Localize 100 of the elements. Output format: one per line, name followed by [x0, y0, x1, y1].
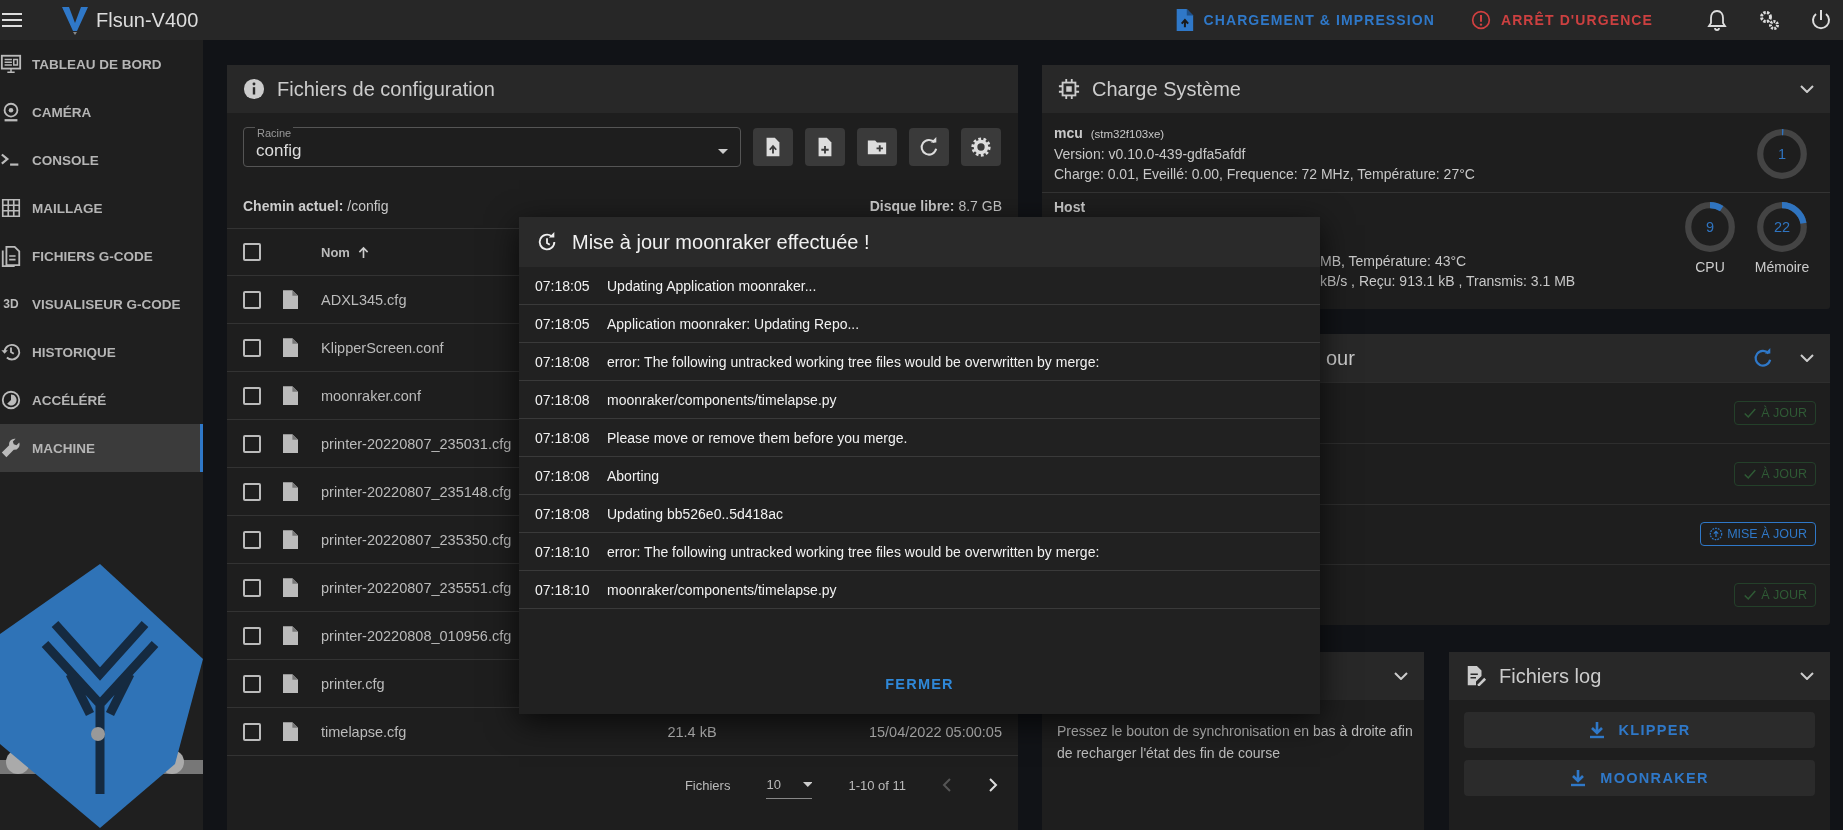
panel-title: Fichiers log — [1499, 664, 1602, 688]
row-checkbox[interactable] — [243, 722, 261, 741]
log-time: 07:18:08 — [535, 467, 591, 484]
nav-item[interactable]: CAMÉRA — [0, 88, 203, 136]
log-message: Please move or remove them before you merge. — [607, 429, 908, 446]
free-disk: Disque libre: 8.7 GB — [869, 198, 1002, 214]
printer-name: Flsun-V400 — [96, 8, 199, 32]
select-all-checkbox[interactable] — [243, 243, 261, 261]
nav-item[interactable]: ACCÉLÉRÉ — [0, 376, 203, 424]
chevron-down-icon[interactable] — [1394, 672, 1408, 680]
per-page-select[interactable]: 10 — [766, 771, 813, 799]
alert-circle-icon — [1470, 9, 1491, 31]
log-message: error: The following untracked working tree files would be overwritten by merge: — [607, 353, 1100, 370]
new-file-button[interactable] — [805, 128, 845, 166]
file-icon — [283, 578, 298, 597]
nav-item[interactable]: CONSOLE — [0, 136, 203, 184]
file-icon — [283, 722, 298, 741]
info-icon — [243, 78, 265, 100]
mcu-name: mcu — [1054, 125, 1083, 141]
log-message: Aborting — [607, 467, 660, 484]
log-time: 07:18:05 — [535, 315, 591, 332]
row-checkbox[interactable] — [243, 482, 261, 501]
log-time: 07:18:05 — [535, 277, 591, 294]
nav-item[interactable]: MAILLAGE — [0, 184, 203, 232]
mcu-stats: Charge: 0.01, Eveillé: 0.00, Frequence: 72 MHz, Température: 27°C — [1054, 165, 1476, 184]
panel-title: our — [1326, 346, 1355, 370]
update-button[interactable]: MISE À JOUR — [1700, 522, 1816, 547]
update-icon — [536, 231, 558, 253]
caret-icon — [802, 782, 813, 787]
log-time: 07:18:08 — [535, 505, 591, 522]
file-icon — [283, 674, 298, 693]
row-checkbox[interactable] — [243, 290, 261, 309]
current-path: Chemin actuel: /config — [243, 198, 389, 214]
nav-item[interactable]: HISTORIQUE — [0, 328, 203, 376]
row-checkbox[interactable] — [243, 338, 261, 357]
new-folder-button[interactable] — [857, 128, 897, 166]
power-icon[interactable] — [1809, 8, 1833, 32]
file-icon — [283, 482, 298, 501]
nav-item[interactable]: TABLEAU DE BORD — [0, 40, 203, 88]
file-icon — [283, 338, 298, 357]
refresh-icon — [918, 136, 940, 158]
log-message: Updating Application moonraker... — [607, 277, 817, 294]
refresh-button[interactable] — [909, 128, 949, 166]
log-time: 07:18:10 — [535, 581, 591, 598]
viewer-glyph: 3D — [2, 297, 20, 311]
log-time: 07:18:08 — [535, 391, 591, 408]
log-time: 07:18:10 — [535, 543, 591, 560]
gauge-value: 1 — [1777, 145, 1787, 162]
caret-icon — [718, 148, 728, 154]
mcu-model-label: (stm32f103xe) — [1090, 128, 1165, 140]
row-checkbox[interactable] — [243, 434, 261, 453]
nav-item[interactable]: MACHINE — [0, 424, 203, 472]
v-logo-icon — [60, 5, 90, 35]
log-time: 07:18:08 — [535, 353, 591, 370]
log-message: moonraker/components/timelapse.py — [607, 391, 837, 408]
pager-label: Fichiers — [684, 777, 731, 793]
chevron-down-icon[interactable] — [1800, 85, 1814, 93]
panel-title: Charge Système — [1092, 77, 1241, 101]
file-icon — [283, 290, 298, 309]
nav-item[interactable]: 3D VISUALISEUR G-CODE — [0, 280, 203, 328]
close-button[interactable]: FERMER — [873, 668, 966, 700]
gauge-label: CPU — [1695, 259, 1725, 275]
chevron-down-icon[interactable] — [1800, 672, 1814, 680]
gauge-value: 9 — [1705, 219, 1715, 236]
nav-item[interactable]: FICHIERS G-CODE — [0, 232, 203, 280]
bell-icon[interactable] — [1705, 8, 1729, 32]
gears-icon[interactable] — [1757, 8, 1781, 32]
gauge-value: 22 — [1773, 219, 1791, 236]
chip-icon — [1058, 78, 1080, 100]
row-checkbox[interactable] — [243, 386, 261, 405]
next-page-icon[interactable] — [988, 777, 998, 793]
settings-icon — [970, 136, 992, 158]
row-checkbox[interactable] — [243, 674, 261, 693]
chevron-down-icon[interactable] — [1800, 354, 1814, 362]
row-checkbox[interactable] — [243, 626, 261, 645]
file-icon — [283, 626, 298, 645]
row-checkbox[interactable] — [243, 530, 261, 549]
upload-file-button[interactable] — [753, 128, 793, 166]
settings-button[interactable] — [961, 128, 1001, 166]
grid-icon — [0, 197, 22, 219]
log-message: Updating bb526e0..5d418ac — [607, 505, 783, 522]
refresh-icon[interactable] — [1752, 347, 1774, 369]
file-icon — [283, 530, 298, 549]
history-icon — [0, 341, 22, 363]
file-icon — [283, 386, 298, 405]
document-edit-icon — [1465, 665, 1487, 687]
wrench-icon — [0, 437, 22, 459]
root-select[interactable]: Racine config — [243, 127, 741, 167]
endstops-hint: Pressez le bouton de synchronisation en bas à droite afin de recharger l'état des fin de course — [1056, 722, 1414, 763]
menu-icon[interactable] — [2, 13, 22, 27]
host-stats: kB/s , Reçu: 913.1 kB , Transmis: 3.1 MB — [1320, 272, 1577, 291]
file-date: 15/04/2022 05:00:05 — [868, 723, 1002, 740]
log-message: moonraker/components/timelapse.py — [607, 581, 837, 598]
row-checkbox[interactable] — [243, 578, 261, 597]
download-icon — [1570, 769, 1587, 787]
timelapse-icon — [0, 389, 22, 411]
host-stats: MB, Température: 43°C — [1320, 252, 1468, 271]
file-size: 21.4 kB — [667, 723, 717, 740]
download-icon — [1588, 721, 1605, 739]
file-name[interactable]: timelapse.cfg — [321, 723, 602, 740]
